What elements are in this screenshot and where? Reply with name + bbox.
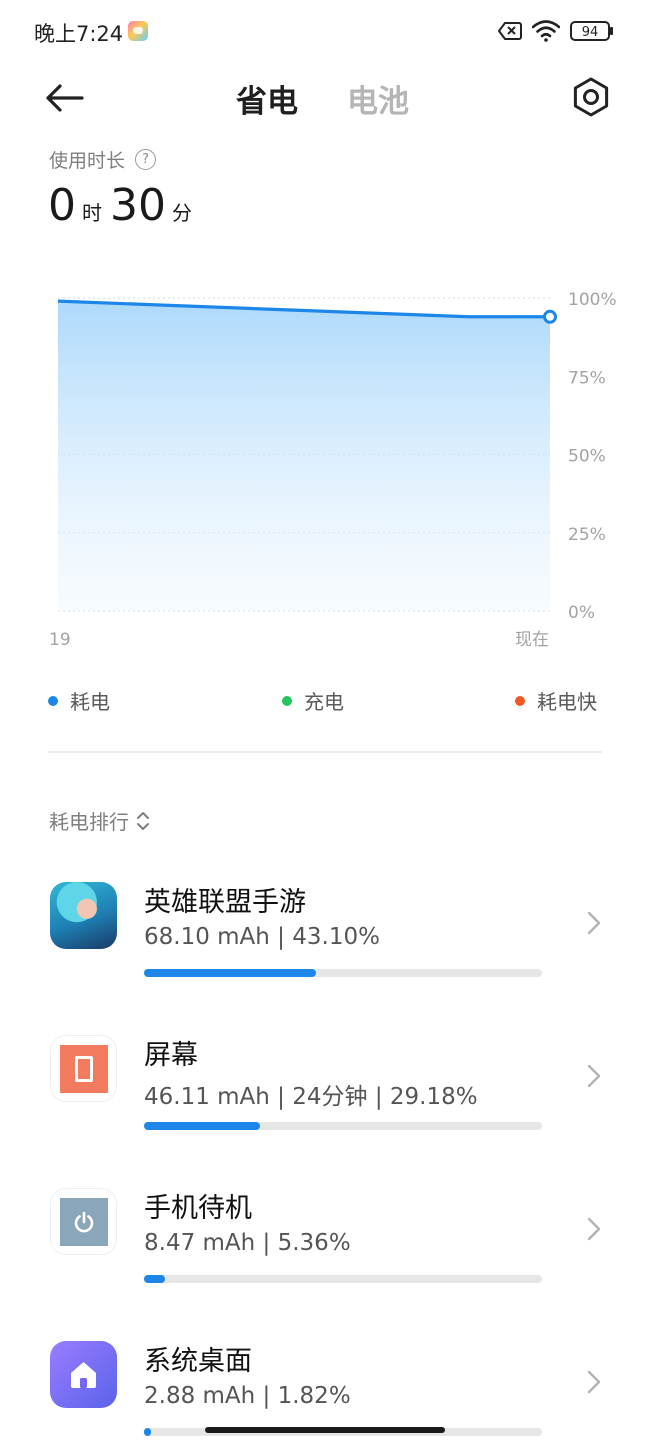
app-usage-detail: 68.10 mAh | 43.10% bbox=[144, 924, 380, 950]
game-app-icon bbox=[128, 21, 148, 41]
app-usage-detail: 2.88 mAh | 1.82% bbox=[144, 1383, 351, 1409]
current-level-point bbox=[543, 309, 557, 324]
list-item[interactable]: 英雄联盟手游 68.10 mAh | 43.10% bbox=[0, 868, 650, 1008]
usage-label-text: 使用时长 bbox=[49, 150, 126, 172]
usage-duration-value: 0 时 30 分 bbox=[48, 180, 200, 231]
screen-icon bbox=[50, 1035, 117, 1102]
usage-minutes-unit: 分 bbox=[172, 201, 192, 225]
usage-bar-fill bbox=[144, 1122, 261, 1130]
battery-icon: 94 bbox=[570, 21, 613, 41]
list-item[interactable]: 屏幕 46.11 mAh | 24分钟 | 29.18% bbox=[0, 1021, 650, 1161]
chevron-right-icon bbox=[587, 1370, 601, 1394]
app-name: 英雄联盟手游 bbox=[144, 887, 306, 918]
usage-bar-fill bbox=[144, 1428, 152, 1436]
top-bar: 省电 电池 bbox=[0, 64, 650, 130]
usage-bar-fill bbox=[144, 1275, 166, 1283]
help-icon[interactable]: ? bbox=[135, 149, 157, 170]
y-tick-label: 0% bbox=[568, 603, 595, 623]
usage-bar-track bbox=[144, 1122, 542, 1130]
chevron-right-icon bbox=[587, 1217, 601, 1241]
y-tick-label: 100% bbox=[568, 290, 617, 310]
usage-duration-label: 使用时长 ? bbox=[49, 146, 157, 173]
legend-label-fast-drain: 耗电快 bbox=[537, 690, 597, 714]
usage-bar-fill bbox=[144, 969, 316, 977]
legend-dot-fast-drain bbox=[515, 695, 525, 706]
home-indicator[interactable] bbox=[205, 1427, 445, 1433]
usage-hours: 0 bbox=[48, 180, 76, 231]
app-name: 屏幕 bbox=[144, 1040, 198, 1071]
chevron-right-icon bbox=[587, 911, 601, 935]
legend-label-drain: 耗电 bbox=[70, 690, 110, 714]
status-time: 晚上7:24 bbox=[34, 22, 124, 46]
battery-level-chart: 100% 75% 50% 25% 0% 19 现在 bbox=[49, 290, 617, 650]
app-usage-detail: 8.47 mAh | 5.36% bbox=[144, 1230, 351, 1256]
status-icons: 94 bbox=[498, 20, 614, 42]
y-tick-label: 50% bbox=[568, 447, 606, 467]
sort-toggle-icon bbox=[137, 811, 149, 830]
divider bbox=[48, 751, 602, 753]
back-arrow-icon[interactable] bbox=[40, 78, 88, 118]
app-name: 手机待机 bbox=[144, 1193, 252, 1224]
y-tick-label: 75% bbox=[568, 368, 606, 388]
x-tick-label: 现在 bbox=[515, 630, 549, 650]
home-launcher-icon bbox=[50, 1341, 117, 1408]
app-usage-detail: 46.11 mAh | 24分钟 | 29.18% bbox=[144, 1084, 478, 1110]
y-tick-label: 25% bbox=[568, 525, 606, 545]
ranking-title: 耗电排行 bbox=[49, 810, 129, 834]
list-item[interactable]: 手机待机 8.47 mAh | 5.36% bbox=[0, 1174, 650, 1314]
legend-label-charging: 充电 bbox=[304, 690, 344, 714]
battery-level: 94 bbox=[582, 25, 599, 40]
status-bar: 晚上7:24 94 bbox=[0, 0, 650, 64]
usage-hours-unit: 时 bbox=[82, 201, 102, 225]
tab-power-saving[interactable]: 省电 bbox=[236, 76, 298, 121]
legend-item-drain: 耗电 bbox=[48, 686, 110, 715]
usage-bar-track bbox=[144, 969, 542, 977]
battery-area-fill bbox=[58, 301, 550, 611]
legend-item-fast-drain: 耗电快 bbox=[515, 686, 597, 715]
legend-dot-charging bbox=[282, 695, 292, 706]
league-of-legends-app-icon bbox=[50, 882, 117, 949]
power-ranking-sort-toggle[interactable]: 耗电排行 bbox=[49, 806, 151, 835]
app-name: 系统桌面 bbox=[144, 1346, 252, 1377]
usage-bar-track bbox=[144, 1275, 542, 1283]
x-tick-label: 19 bbox=[49, 630, 71, 650]
legend-item-charging: 充电 bbox=[282, 686, 344, 715]
settings-icon[interactable] bbox=[570, 76, 612, 118]
standby-power-icon bbox=[50, 1188, 117, 1255]
legend-dot-drain bbox=[48, 695, 58, 706]
chevron-right-icon bbox=[587, 1064, 601, 1088]
usage-minutes: 30 bbox=[110, 180, 166, 231]
wifi-icon bbox=[532, 20, 560, 42]
tab-battery[interactable]: 电池 bbox=[347, 76, 409, 121]
battery-saver-off-icon bbox=[498, 22, 522, 40]
